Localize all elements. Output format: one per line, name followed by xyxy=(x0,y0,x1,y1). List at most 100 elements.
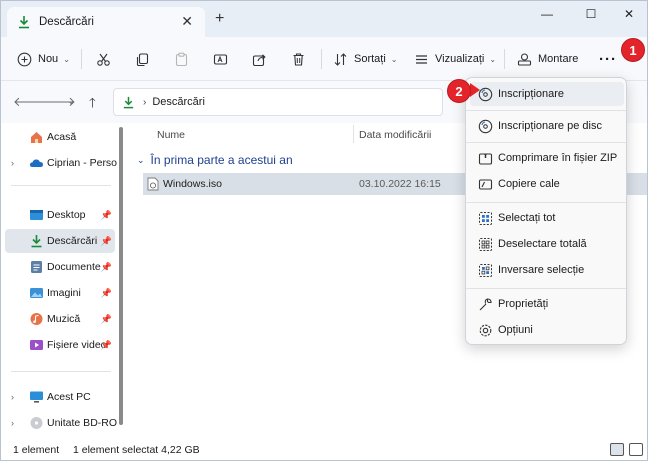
zip-folder-icon xyxy=(478,153,493,165)
expand-chevron-icon[interactable]: › xyxy=(11,158,14,168)
pin-icon: 📌 xyxy=(100,287,112,298)
select-all-icon xyxy=(479,212,492,225)
details-view-button[interactable] xyxy=(610,443,624,456)
share-button[interactable] xyxy=(252,47,267,71)
file-name: Windows.iso xyxy=(163,178,222,190)
cut-button[interactable] xyxy=(96,47,111,71)
up-button[interactable]: 🡑 xyxy=(89,94,96,116)
view-list-icon xyxy=(416,54,427,64)
menu-item-select-none[interactable]: Deselectare totală xyxy=(470,232,624,256)
new-label: Nou xyxy=(38,53,59,65)
divider xyxy=(504,49,505,69)
menu-item-label: Comprimare în fișier ZIP xyxy=(498,152,618,164)
see-more-button[interactable]: ··· xyxy=(599,47,617,71)
home-icon xyxy=(31,132,42,143)
pin-icon: 📌 xyxy=(100,313,112,324)
onedrive-cloud-icon xyxy=(30,159,43,167)
view-button[interactable]: Vizualizați ⌄ xyxy=(414,47,496,71)
sidebar-item-bd-rom[interactable]: › Unitate BD-ROM xyxy=(5,411,117,435)
sidebar-item-imagini[interactable]: Imagini 📌 xyxy=(5,281,115,305)
chevron-down-icon: ⌄ xyxy=(63,54,70,64)
breadcrumb-current[interactable]: Descărcări xyxy=(152,96,205,108)
wrench-icon xyxy=(479,298,492,311)
new-tab-button[interactable]: + xyxy=(215,10,224,28)
file-date: 03.10.2022 16:15 xyxy=(359,178,441,190)
sidebar-item-documente[interactable]: Documente 📌 xyxy=(5,255,115,279)
select-none-icon xyxy=(479,238,492,251)
title-bar: Descărcări ✕ + — ☐ ✕ xyxy=(1,1,647,37)
address-bar[interactable]: › Descărcări xyxy=(113,88,443,116)
menu-item-invert-selection[interactable]: Inversare selecție xyxy=(470,258,624,282)
sidebar-scrollbar[interactable] xyxy=(119,127,123,425)
close-window-button[interactable]: ✕ xyxy=(614,7,644,25)
rename-button[interactable] xyxy=(213,47,228,71)
sort-button[interactable]: Sortați ⌄ xyxy=(333,47,398,71)
tab-descarcari[interactable]: Descărcări ✕ xyxy=(7,7,205,37)
minimize-button[interactable]: — xyxy=(532,7,562,25)
copy-path-icon xyxy=(478,179,493,190)
desktop-icon xyxy=(30,210,43,220)
copy-button[interactable] xyxy=(135,47,150,71)
callout-marker-2: 2 xyxy=(447,79,471,103)
menu-divider xyxy=(466,142,626,143)
menu-item-compress-zip[interactable]: Comprimare în fișier ZIP xyxy=(470,146,624,170)
group-header[interactable]: ⌄ În prima parte a acestui an xyxy=(137,153,293,167)
mount-label: Montare xyxy=(538,53,579,65)
selection-info: 1 element selectat 4,22 GB xyxy=(73,444,200,456)
menu-item-label: Copiere cale xyxy=(498,178,560,190)
tiles-view-button[interactable] xyxy=(629,443,643,456)
column-header-name[interactable]: Nume xyxy=(157,129,185,141)
documents-icon xyxy=(31,261,42,273)
sort-label: Sortați xyxy=(354,53,386,65)
sidebar-item-acest-pc[interactable]: › Acest PC xyxy=(5,385,115,409)
column-header-date[interactable]: Data modificării xyxy=(359,129,431,141)
menu-divider xyxy=(466,202,626,203)
paste-icon xyxy=(175,52,188,66)
share-icon xyxy=(252,53,266,66)
sidebar-item-onedrive[interactable]: › Ciprian - Person xyxy=(5,151,117,175)
menu-item-burn-to-disc[interactable]: Inscripționare pe disc xyxy=(470,114,624,138)
sidebar-item-label: Unitate BD-ROM xyxy=(47,417,117,429)
sidebar-item-fisiere-video[interactable]: Fișiere video 📌 xyxy=(5,333,115,357)
download-folder-icon xyxy=(19,16,29,29)
menu-item-burn[interactable]: Inscripționare xyxy=(470,82,624,106)
menu-item-label: Inversare selecție xyxy=(498,264,585,276)
expand-chevron-icon[interactable]: › xyxy=(11,392,14,402)
new-button[interactable]: Nou ⌄ xyxy=(17,47,70,71)
menu-item-label: Deselectare totală xyxy=(498,238,587,250)
recent-locations-chevron-icon[interactable]: ⌄ xyxy=(67,96,75,107)
divider xyxy=(11,371,111,372)
divider xyxy=(321,49,322,69)
chevron-down-icon: ⌄ xyxy=(390,54,398,64)
expand-chevron-icon[interactable]: › xyxy=(11,418,14,428)
collapse-chevron-icon[interactable]: ⌄ xyxy=(137,155,145,166)
menu-item-label: Proprietăți xyxy=(498,298,549,310)
item-count: 1 element xyxy=(13,444,60,456)
tab-close-icon[interactable]: ✕ xyxy=(181,13,193,30)
menu-divider xyxy=(466,288,626,289)
see-more-menu: Inscripționare Inscripționare pe disc Co… xyxy=(465,77,627,345)
tab-label: Descărcări xyxy=(39,16,94,28)
column-divider[interactable] xyxy=(353,125,354,143)
maximize-button[interactable]: ☐ xyxy=(576,7,606,25)
menu-item-label: Inscripționare xyxy=(498,88,565,100)
sidebar-item-descarcari[interactable]: Descărcări 📌 xyxy=(5,229,115,253)
sidebar-item-label: Acasă xyxy=(47,131,77,143)
sidebar-item-acasa[interactable]: Acasă xyxy=(5,125,115,149)
pin-icon: 📌 xyxy=(100,261,112,272)
trash-icon xyxy=(293,52,304,66)
download-folder-icon xyxy=(123,96,134,108)
menu-item-properties[interactable]: Proprietăți xyxy=(470,292,624,316)
pictures-icon xyxy=(30,288,43,298)
paste-button[interactable] xyxy=(174,47,189,71)
menu-item-select-all[interactable]: Selectați tot xyxy=(470,206,624,230)
menu-item-options[interactable]: Opțiuni xyxy=(470,318,624,342)
sidebar-item-muzica[interactable]: Muzică 📌 xyxy=(5,307,115,331)
sidebar-item-desktop[interactable]: Desktop 📌 xyxy=(5,203,115,227)
mount-button[interactable]: Montare xyxy=(517,47,578,71)
command-bar: Nou ⌄ Sortați ⌄ Vizualizați ⌄ Montare ··… xyxy=(1,37,647,81)
scissors-icon xyxy=(97,53,110,66)
delete-button[interactable] xyxy=(291,47,306,71)
menu-item-copy-path[interactable]: Copiere cale xyxy=(470,172,624,196)
pin-icon: 📌 xyxy=(100,235,112,246)
